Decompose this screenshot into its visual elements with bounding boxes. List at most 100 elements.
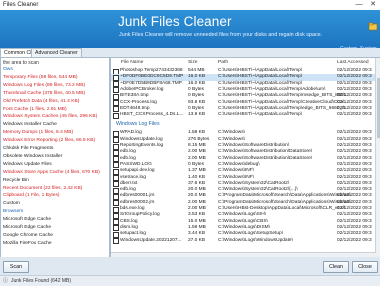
tree-item-label[interactable]: Microsoft Edge Cache <box>3 225 51 230</box>
last-accessed-cell: 02/12/2022 09:3 <box>337 86 372 92</box>
action-bar: Scan Clean Close <box>0 257 380 275</box>
file-name-cell: ~DF0DF0BE0DC9C5D9.TMP <box>120 74 184 80</box>
path-cell: C:\Users\HBST\~\AppData\Local\Temp\Creat… <box>218 99 348 105</box>
path-cell: C:\ProgramData\Microsoft\Search\Data\App… <box>218 193 351 199</box>
tree-item-label[interactable]: Old Prefetch Data (4 files, 41.4 KB) <box>3 99 79 104</box>
size-cell: 1.58 KB <box>188 130 206 136</box>
tree-item-label[interactable]: Google Chrome Cache <box>3 233 53 238</box>
size-cell: 16.0 KB <box>188 74 206 80</box>
last-accessed-cell: 02/12/2022 09:3 <box>337 187 372 193</box>
size-cell: 13.9 KB <box>188 112 206 118</box>
minimize-button[interactable]: — <box>352 0 366 10</box>
path-cell: C:\Windows\ <box>218 130 245 136</box>
file-name-cell: edbres00001.jrs <box>120 193 155 199</box>
path-cell: C:\Windows\Logs\WindowsUpdate\ <box>218 237 293 243</box>
last-accessed-cell: 02/12/2022 09:3 <box>337 143 372 148</box>
last-accessed-cell: 02/12/2022 09:3 <box>337 224 372 230</box>
scan-area-panel: the area to scan Ows Temporary Files (58 … <box>0 57 110 259</box>
tree-item-label[interactable]: Windows Installer Cache <box>3 122 57 127</box>
close-button[interactable]: Close <box>352 261 378 273</box>
size-cell: 2.00 MB <box>188 155 206 161</box>
table-row[interactable]: WindowsUpdate.20221207... 27.0 KB C:\Windo… <box>111 237 380 245</box>
app-header: Junk Files Cleaner Junk Files Cleaner wi… <box>0 10 380 52</box>
tree-item-label[interactable]: Mozilla FireFox Cache <box>3 241 52 246</box>
scan-area-caption: the area to scan <box>3 60 39 66</box>
size-cell: 1.40 KB <box>188 174 206 180</box>
tree-item-label[interactable]: Chkdsk File Fragments <box>3 146 53 151</box>
tree-item-label[interactable]: Recycle Bin <box>3 178 29 183</box>
clean-button[interactable]: Clean <box>323 261 349 273</box>
path-cell: C:\Users\HBST\~\AppData\Local\Temp\ <box>218 68 303 73</box>
table-row[interactable]: HBST_CCXProcess_4.Ds.L... 13.9 KB C:\Users… <box>111 112 380 119</box>
tree-item-label[interactable]: Thumbnail Cache (378 files, 40.5 MB) <box>3 91 85 96</box>
tree-item-label[interactable]: Obsolete Windows Installer <box>3 154 62 159</box>
path-cell: C:\Windows\System32\CatRoot2\ <box>218 180 290 186</box>
row-checkbox[interactable] <box>113 238 119 245</box>
size-cell: 2.00 MB <box>188 206 206 211</box>
column-header-last-accessed[interactable]: Last Accessed <box>337 60 369 65</box>
tree-item-label[interactable]: Windows Log Files (89 files, 73.2 MB) <box>3 83 85 88</box>
path-cell: C:\Windows\ <box>218 136 245 142</box>
tree-item-label[interactable]: Custom <box>3 201 20 206</box>
last-accessed-cell: 02/12/2022 09:3 <box>337 80 372 86</box>
tree-item-label[interactable]: Windows Error Reporting (2 files, 66.9 K… <box>3 138 95 143</box>
last-accessed-cell: 02/12/2022 09:3 <box>337 130 372 136</box>
file-name-cell: BITE38A.tmp <box>120 93 149 99</box>
close-window-button[interactable]: ✕ <box>366 0 380 10</box>
file-name-cell: CBS.log <box>120 218 138 224</box>
last-accessed-cell: 02/12/2022 09:3 <box>337 231 372 237</box>
path-cell: C:\Users\HBST\~\AppData\Local\Temp\ <box>218 74 303 80</box>
size-cell: 93.8 KB <box>188 99 206 105</box>
path-cell: C:\Windows\Logs\SIH\ <box>218 212 266 218</box>
last-accessed-cell: 02/12/2022 09:3 <box>337 218 372 224</box>
tree-item-label[interactable]: Recent Document (22 files, 2.42 KB) <box>3 186 82 191</box>
tree-item-label[interactable]: Microsoft Edge Cache <box>3 217 51 222</box>
file-name-cell: PASSWD.LOG <box>120 161 152 167</box>
file-name-cell: SrtGroupPolicy.log <box>120 212 160 218</box>
last-accessed-cell: 02/12/2022 09:3 <box>337 99 372 105</box>
tree-item-label[interactable]: Clipboard (1 File, 1 Bytes) <box>3 193 60 198</box>
tree-item-label[interactable]: Temporary Files (58 files, 544 MB) <box>3 75 77 80</box>
path-cell: C:\Users\HBST\~\AppData\Local\Temp\ <box>218 112 303 118</box>
vertical-scrollbar[interactable] <box>375 58 380 258</box>
file-name-cell: AdobeIPCBroker.log <box>120 86 164 92</box>
file-name-cell: ReportingEvents.log <box>120 143 164 148</box>
size-cell: 2.00 MB <box>188 199 206 205</box>
tree-item-label[interactable]: Windows System Caches (45 files, 296 KB) <box>3 114 97 119</box>
file-name-cell: bds.exe.log <box>120 206 145 211</box>
tree-item-label[interactable]: Memory Dumps (1 files, 8.4 MB) <box>3 130 73 135</box>
size-cell: 3.44 KB <box>188 231 206 237</box>
path-cell: C:\Windows\SoftwareDistribution\ <box>218 143 290 148</box>
column-header-filename[interactable]: File Name <box>121 60 143 65</box>
file-name-cell: ~DF0E7D5B9DBF8A68.TMP <box>120 80 182 86</box>
column-header-size[interactable]: Size <box>188 60 198 65</box>
path-cell: C:\Users\HBST\~\AppData\Local\Temp\Adobe… <box>218 86 326 92</box>
path-cell: C:\Windows\INF\ <box>218 174 254 180</box>
path-cell: C:\Windows\Logs\DISM\ <box>218 224 270 230</box>
status-bar: ⓘ Junk Files Found (642 MB) <box>0 275 380 286</box>
last-accessed-cell: 02/12/2022 09:3 <box>337 105 372 111</box>
size-cell: 0 Bytes <box>188 105 204 111</box>
scan-button[interactable]: Scan <box>3 261 29 273</box>
size-cell: 2.00 MB <box>188 149 206 155</box>
file-name-cell: WPAD.log <box>120 130 142 136</box>
file-name-cell: edb.log <box>120 149 136 155</box>
last-accessed-cell: 02/12/2022 09:3 <box>337 161 372 167</box>
last-accessed-cell: 02/12/2022 09:3 <box>337 193 372 199</box>
tree-item-label[interactable]: Windows Update Files <box>3 162 52 167</box>
last-accessed-cell: 02/12/2022 09:3 <box>337 237 372 243</box>
column-header-path[interactable]: Path <box>218 60 228 65</box>
file-name-cell: setupapi.dev.log <box>120 168 155 174</box>
row-checkbox[interactable] <box>113 112 119 119</box>
size-cell: 37.6 KB <box>188 180 206 186</box>
path-cell: C:\Windows\SoftwareDistribution\DataStor… <box>218 155 313 161</box>
tree-item-label[interactable]: Font Cache (1 files, 2.91 MB) <box>3 107 67 112</box>
folder-icon[interactable] <box>368 21 378 31</box>
size-cell: 0 Bytes <box>188 86 204 92</box>
file-name-cell: vsetrace.log <box>120 174 146 180</box>
tree-item-label[interactable]: Windows Store Apps Cache (4 files, 670 K… <box>3 170 100 175</box>
file-name-cell: dism.log <box>120 224 138 230</box>
file-name-cell: HBST_CCXProcess_4.Ds.L... <box>120 112 184 118</box>
file-name-cell: edbres00002.jrs <box>120 199 155 205</box>
size-cell: 20.0 MB <box>188 193 206 199</box>
